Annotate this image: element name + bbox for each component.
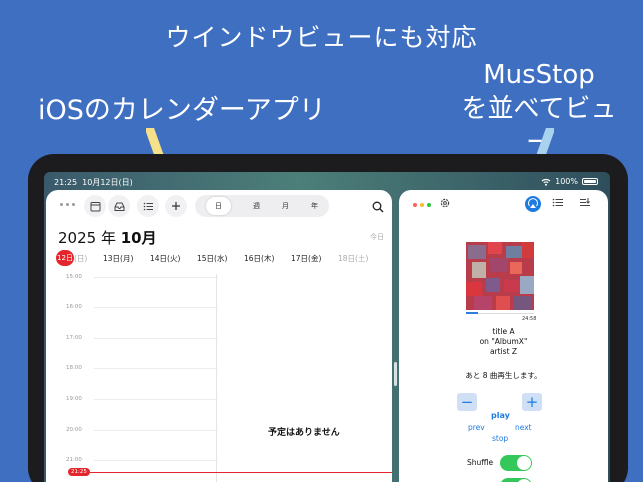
track-album: on "AlbumX" [479,337,528,346]
remaining-tracks: あと 8 曲再生します。 [465,371,542,380]
hour-line [94,368,218,369]
day-14[interactable]: 14日(火) [150,253,197,264]
airplay-icon [528,198,538,208]
musstop-window: 24:58 title A on "AlbumX" artist Z あと 8 … [399,190,608,482]
list-view-button[interactable] [137,195,159,217]
month-label: 10月 [120,229,157,247]
hour-label: 15:00 [66,274,82,280]
hour-label: 20:00 [66,427,82,433]
track-info: title A on "AlbumX" artist Z [399,327,608,357]
day-17[interactable]: 17日(金) [291,253,338,264]
track-artist: artist Z [489,347,518,356]
day-18[interactable]: 18日(土) [338,253,385,264]
status-bar: 21:25 10月12日(日) 100% [44,172,610,190]
hour-line [94,399,218,400]
tab-day[interactable]: 日 [206,197,231,215]
hour-label: 16:00 [66,304,82,310]
decrease-button[interactable]: − [457,393,477,411]
day-15[interactable]: 15日(水) [197,253,244,264]
next-button[interactable]: next [515,423,532,432]
stop-button[interactable]: stop [492,434,508,443]
view-segmented-control: 日 週 月 年 [195,195,329,217]
hour-label: 21:00 [66,457,82,463]
status-indicators: 100% [541,177,598,186]
hour-label: 18:00 [66,365,82,371]
calendar-list-button[interactable] [84,195,106,217]
progress-fill [466,312,479,314]
battery-icon [582,178,598,185]
calendar-window: 日 週 月 年 2025 年 10月 今日 12日 (日) 13日(月) 14日… [46,190,392,482]
hour-label: 19:00 [66,396,82,402]
inbox-button[interactable] [108,195,130,217]
promo-left-caption: iOSのカレンダーアプリ [38,95,326,126]
hour-line [94,307,218,308]
wifi-icon [541,178,551,186]
today-button[interactable]: 今日 [370,232,384,242]
plus-icon [172,202,180,210]
track-title: title A [492,327,515,336]
secondary-toggle[interactable] [500,478,532,482]
hour-line [94,430,218,431]
calendar-icon [90,201,100,211]
tab-month[interactable]: 月 [282,201,289,211]
gear-icon [440,198,450,208]
queue-button[interactable] [579,197,591,211]
status-time: 21:25 10月12日(日) [54,178,133,187]
inbox-icon [114,202,124,211]
play-button[interactable]: play [491,411,510,420]
queue-icon [580,198,590,206]
current-time-line [90,472,392,473]
hour-line [94,338,218,339]
add-event-button[interactable] [165,195,187,217]
list-icon [143,202,153,210]
day-13[interactable]: 13日(月) [103,253,150,264]
battery-percent: 100% [555,177,578,186]
window-controls[interactable] [413,203,431,207]
selected-day-badge: 12日 [56,250,74,266]
no-events-message: 予定はありません [268,428,340,438]
airplay-button[interactable] [525,196,541,212]
hour-label: 17:00 [66,335,82,341]
album-artwork [466,242,534,310]
promo-right-line1: MusStop [483,60,595,90]
tab-week[interactable]: 週 [253,201,260,211]
hour-line [94,460,218,461]
year-label: 2025 年 [58,229,116,247]
ipad-screen: 21:25 10月12日(日) 100% 日 週 月 年 2025 年 10月 … [44,172,610,482]
prev-button[interactable]: prev [468,423,485,432]
promo-title: ウインドウビューにも対応 [165,23,478,52]
calendar-heading: 2025 年 10月 [58,227,157,248]
timeline-divider [216,274,217,482]
day-timeline[interactable]: 15:00 16:00 17:00 18:00 19:00 20:00 21:0… [46,274,392,482]
day-strip: 12日 (日) 13日(月) 14日(火) 15日(水) 16日(木) 17日(… [56,250,385,266]
search-button[interactable] [372,198,384,217]
day-12[interactable]: 12日 (日) [56,250,103,266]
day-12-weekday: (日) [74,253,88,263]
settings-button[interactable] [439,197,451,212]
shuffle-toggle[interactable] [500,455,532,471]
window-menu-dots[interactable] [60,203,75,206]
search-icon [372,201,384,213]
increase-button[interactable]: + [522,393,542,411]
playlist-button[interactable] [552,197,564,211]
current-time-label: 21:25 [68,468,90,476]
split-view-handle[interactable] [394,362,397,386]
tab-year[interactable]: 年 [311,201,318,211]
shuffle-label: Shuffle [467,458,494,467]
track-duration: 24:58 [522,316,537,322]
hour-line [94,277,218,278]
day-16[interactable]: 16日(木) [244,253,291,264]
list-icon [552,198,563,207]
